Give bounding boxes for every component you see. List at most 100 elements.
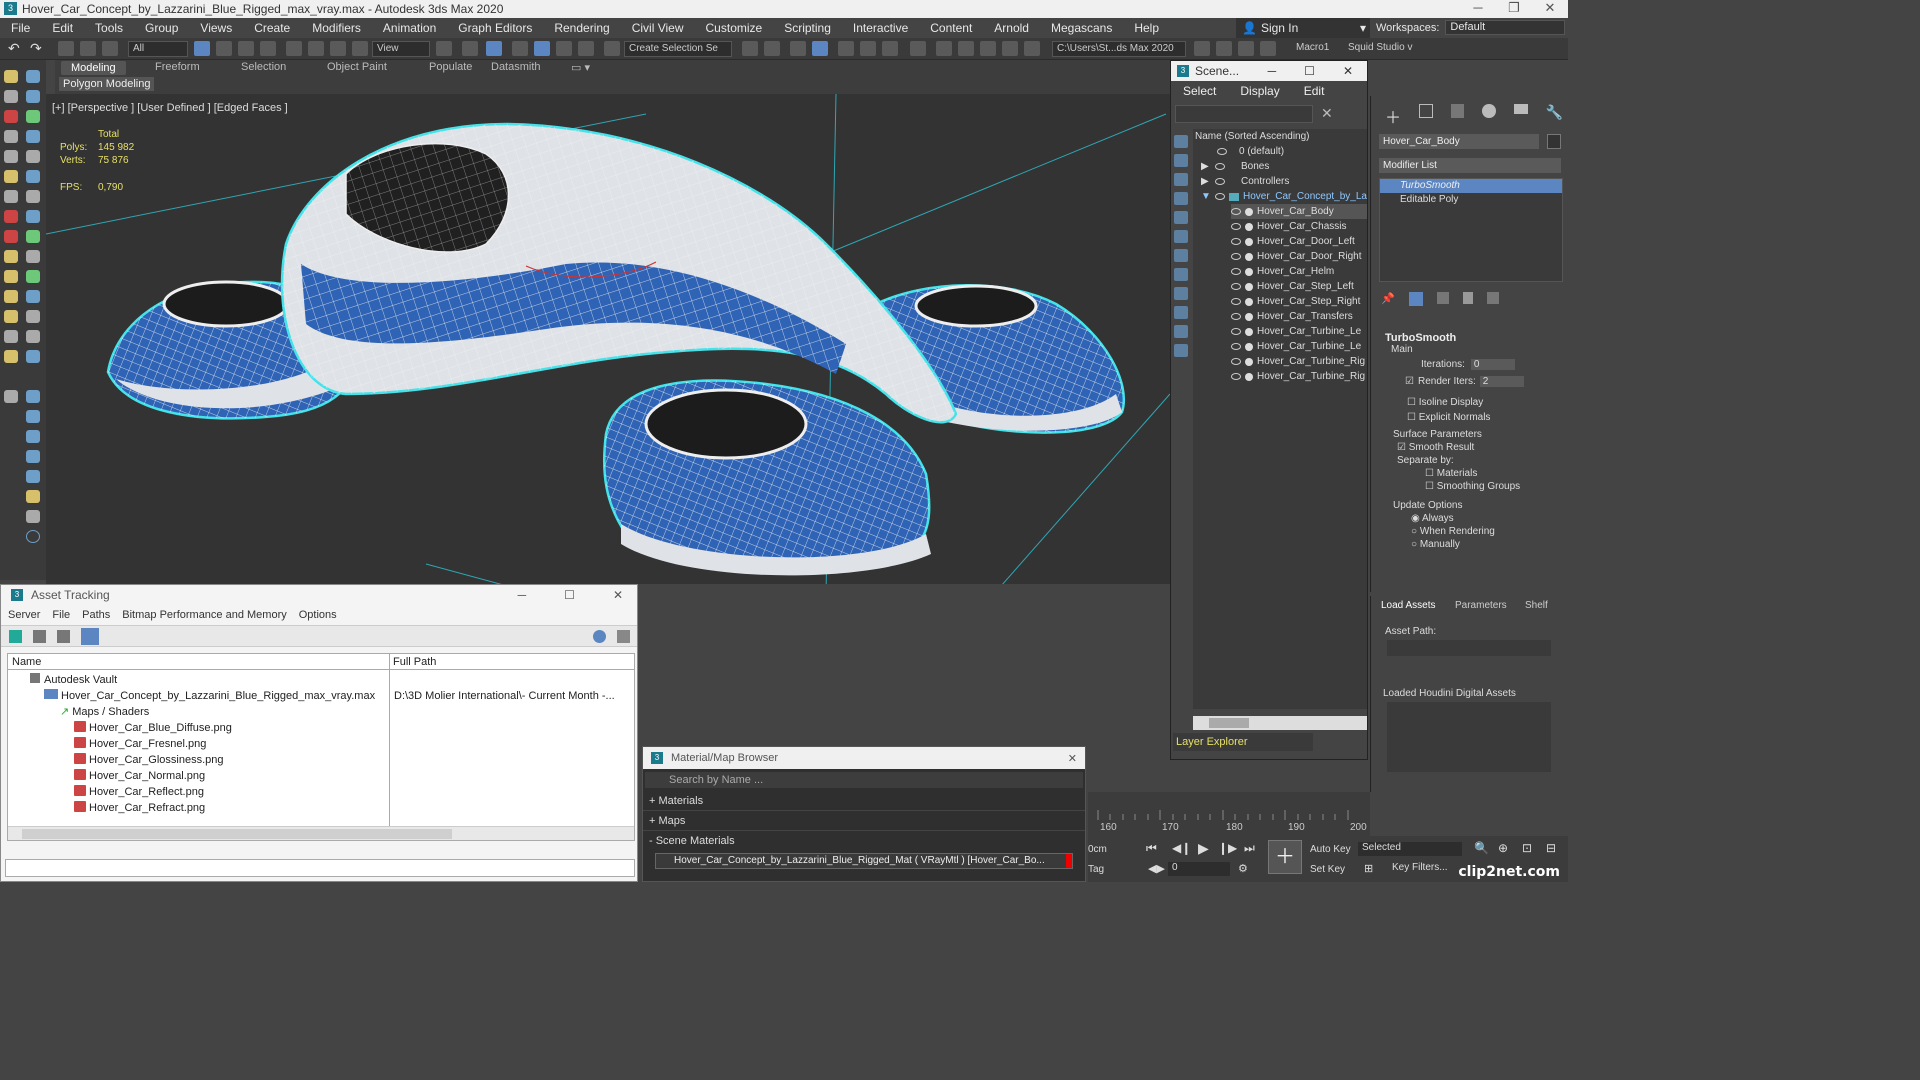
menu-views[interactable]: Views: [189, 21, 243, 35]
perspective-viewport[interactable]: [+] [Perspective ] [User Defined ] [Edge…: [46, 94, 1170, 584]
set-key-button[interactable]: Set Key: [1310, 864, 1345, 875]
filter-frozen-icon[interactable]: [1174, 325, 1188, 338]
spinner-snap-icon[interactable]: [578, 41, 594, 56]
utilities-tab-icon[interactable]: 🔧: [1546, 104, 1563, 126]
menu-civil-view[interactable]: Civil View: [621, 21, 695, 35]
move-icon[interactable]: [286, 41, 302, 56]
polygon-modeling-panel[interactable]: Polygon Modeling: [59, 77, 155, 91]
list-item[interactable]: Hover_Car_Chassis: [1231, 219, 1346, 234]
asset-path-input[interactable]: [1387, 640, 1551, 656]
zoom-all-icon[interactable]: ⊕: [1498, 841, 1508, 855]
maximize-button[interactable]: ❐: [1496, 0, 1532, 16]
link-icon[interactable]: [58, 41, 74, 56]
select-object-icon[interactable]: [194, 41, 210, 56]
tool-icon[interactable]: [4, 70, 18, 83]
iterations-spinner[interactable]: 0: [1470, 359, 1515, 370]
create-selection-set-dropdown[interactable]: Create Selection Se: [624, 41, 732, 57]
curve-editor-icon[interactable]: [860, 41, 876, 56]
horizontal-scrollbar[interactable]: [1193, 716, 1367, 730]
snap-icon[interactable]: [512, 41, 528, 56]
filter-hidden-icon[interactable]: [1174, 344, 1188, 357]
add-time-tag-label[interactable]: Tag: [1088, 864, 1104, 875]
tool-icon[interactable]: [26, 510, 40, 523]
close-button[interactable]: ✕: [613, 588, 623, 602]
render-iters-checkbox[interactable]: ☑: [1405, 376, 1414, 387]
tool-icon[interactable]: [4, 330, 18, 343]
eye-icon[interactable]: [1231, 298, 1241, 305]
list-item[interactable]: Hover_Car_Turbine_Le: [1231, 339, 1361, 354]
zoom-extents-all-icon[interactable]: ⊟: [1546, 841, 1556, 855]
tool-icon[interactable]: [26, 330, 40, 343]
object-color-swatch[interactable]: [1547, 134, 1561, 149]
align-icon[interactable]: [764, 41, 780, 56]
rect-selection-icon[interactable]: [238, 41, 254, 56]
undo-icon[interactable]: ↶: [8, 41, 24, 56]
tool-icon[interactable]: [4, 350, 18, 363]
filter-helpers-icon[interactable]: [1174, 211, 1188, 224]
list-item[interactable]: Hover_Car_Step_Left: [1231, 279, 1354, 294]
tool-icon[interactable]: [26, 310, 40, 323]
horizontal-scrollbar[interactable]: [8, 826, 634, 840]
tab-parameters[interactable]: Parameters: [1455, 600, 1507, 611]
filter-cameras-icon[interactable]: [1174, 192, 1188, 205]
save-project-icon[interactable]: [1216, 41, 1232, 56]
eye-icon[interactable]: [1231, 283, 1241, 290]
table-view-icon[interactable]: [81, 628, 99, 645]
scale-icon[interactable]: [330, 41, 346, 56]
table-row[interactable]: Hover_Car_Blue_Diffuse.png: [74, 720, 232, 736]
tool-icon[interactable]: [4, 270, 18, 283]
scene-list-header[interactable]: Name (Sorted Ascending): [1195, 129, 1365, 144]
ribbon-options-icon[interactable]: ▭ ▾: [571, 61, 590, 74]
unlink-icon[interactable]: [80, 41, 96, 56]
filter-xrefs-icon[interactable]: [1174, 268, 1188, 281]
make-unique-icon[interactable]: [1436, 292, 1449, 304]
tool-icon[interactable]: [26, 110, 40, 123]
table-row[interactable]: ↗ Maps / Shaders: [60, 704, 149, 720]
ribbon-tab-freeform[interactable]: Freeform: [155, 61, 200, 73]
eye-icon[interactable]: [1231, 253, 1241, 260]
configure-sets-icon[interactable]: [1486, 292, 1499, 304]
menu-file[interactable]: File: [0, 21, 41, 35]
menu-edit[interactable]: Edit: [1304, 84, 1325, 98]
close-button[interactable]: ✕: [1532, 0, 1568, 16]
tool-icon[interactable]: [26, 490, 40, 503]
tool-icon[interactable]: [26, 470, 40, 483]
eye-icon[interactable]: [1215, 163, 1225, 170]
angle-snap-icon[interactable]: [534, 41, 550, 56]
modify-tab-icon[interactable]: [1419, 104, 1433, 118]
rotate-icon[interactable]: [308, 41, 324, 56]
filter-bones-icon[interactable]: [1174, 287, 1188, 300]
list-item[interactable]: ▶ Controllers: [1201, 174, 1289, 189]
list-item[interactable]: Hover_Car_Door_Left: [1231, 234, 1355, 249]
tool-icon[interactable]: [4, 170, 18, 183]
settings-icon[interactable]: [617, 630, 630, 643]
eye-icon[interactable]: [1231, 343, 1241, 350]
display-tab-icon[interactable]: [1513, 104, 1528, 114]
pin-stack-icon[interactable]: 📌: [1381, 292, 1395, 306]
ribbon-tab-selection[interactable]: Selection: [241, 61, 286, 73]
tab-shelf[interactable]: Shelf: [1525, 600, 1548, 611]
tool-icon[interactable]: [26, 70, 40, 83]
menu-animation[interactable]: Animation: [372, 21, 447, 35]
tool-icon[interactable]: [4, 190, 18, 203]
render-active-icon[interactable]: [1024, 41, 1040, 56]
menu-megascans[interactable]: Megascans: [1040, 21, 1123, 35]
explicit-normals-checkbox[interactable]: ☐: [1407, 412, 1419, 423]
redo-icon[interactable]: ↷: [30, 41, 46, 56]
maximize-button[interactable]: ☐: [1304, 64, 1315, 78]
create-tab-icon[interactable]: ＋: [1385, 104, 1401, 127]
go-to-end-icon[interactable]: ⏭: [1244, 841, 1255, 856]
tool-icon[interactable]: [4, 250, 18, 263]
filter-spacewarps-icon[interactable]: [1174, 230, 1188, 243]
tool-icon[interactable]: [26, 390, 40, 403]
ribbon-tab-object-paint[interactable]: Object Paint: [327, 61, 387, 73]
tool-icon[interactable]: [4, 310, 18, 323]
tool-icon[interactable]: [26, 90, 40, 103]
auto-key-button[interactable]: Auto Key: [1310, 844, 1351, 855]
tool-icon[interactable]: [4, 290, 18, 303]
list-item[interactable]: 0 (default): [1217, 144, 1284, 159]
eye-icon[interactable]: [1231, 328, 1241, 335]
project-path-dropdown[interactable]: C:\Users\St...ds Max 2020: [1052, 41, 1186, 57]
filter-containers-icon[interactable]: [1174, 306, 1188, 319]
motion-tab-icon[interactable]: [1482, 104, 1496, 118]
